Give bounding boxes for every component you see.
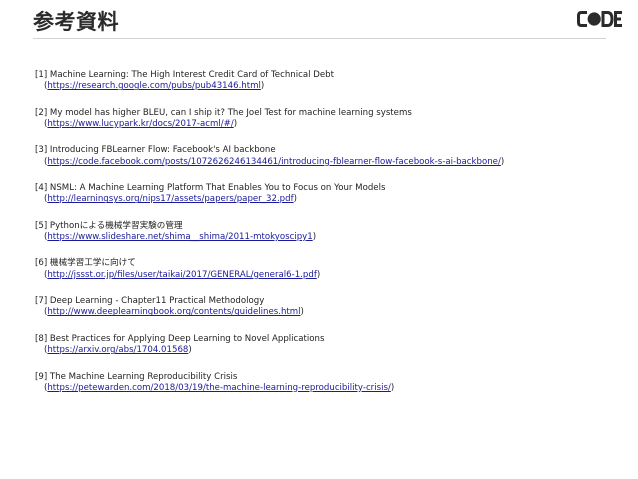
code-logo [577,11,622,27]
reference-title: [4] NSML: A Machine Learning Platform Th… [35,183,386,194]
reference-link[interactable]: https://arxiv.org/abs/1704.01568 [47,345,188,355]
reference-title: [6] 機械学習工学に向けて [35,258,136,269]
reference-title: [1] Machine Learning: The High Interest … [35,70,334,80]
reference-link[interactable]: https://code.facebook.com/posts/10726262… [47,157,501,167]
reference-link[interactable]: http://jssst.or.jp/files/user/taikai/201… [47,270,316,280]
reference-title: [7] Deep Learning - Chapter11 Practical … [35,296,265,307]
reference-item: [3] Introducing FBLearner Flow: Facebook… [35,145,625,183]
reference-url-line: (https://www.slideshare.net/shima__shima… [44,231,317,242]
reference-item: [1] Machine Learning: The High Interest … [35,70,625,108]
reference-url-line: (http://learningsys.org/nips17/assets/pa… [44,194,297,205]
reference-title: [3] Introducing FBLearner Flow: Facebook… [35,145,276,156]
page-title: 参考資料 [33,10,119,34]
reference-item: [2] My model has higher BLEU, can I ship… [35,108,625,146]
reference-link[interactable]: https://petewarden.com/2018/03/19/the-ma… [47,383,390,393]
reference-title: [9] The Machine Learning Reproducibility… [35,371,238,382]
slide-header: 参考資料 [0,0,638,52]
reference-item: [7] Deep Learning - Chapter11 Practical … [35,296,625,334]
reference-url-line: (https://arxiv.org/abs/1704.01568) [44,345,192,356]
reference-link[interactable]: https://www.slideshare.net/shima__shima/… [47,232,312,242]
reference-url-line: (https://www.lucypark.kr/docs/2017-acml/… [44,118,238,129]
reference-item: [6] 機械学習工学に向けて (http://jssst.or.jp/files… [35,258,625,296]
reference-link[interactable]: http://learningsys.org/nips17/assets/pap… [47,194,293,204]
reference-title: [5] Pythonによる機械学習実験の管理 [35,220,183,231]
reference-url-line: (http://jssst.or.jp/files/user/taikai/20… [44,269,321,280]
reference-title: [2] My model has higher BLEU, can I ship… [35,107,412,118]
reference-link[interactable]: https://research.google.com/pubs/pub4314… [47,81,261,91]
header-divider [33,38,606,39]
reference-url-line: (https://code.facebook.com/posts/1072626… [44,156,505,167]
reference-item: [9] The Machine Learning Reproducibility… [35,372,625,410]
reference-item: [5] Pythonによる機械学習実験の管理 (https://www.slid… [35,221,625,259]
reference-url-line: (http://www.deeplearningbook.org/content… [44,307,304,318]
reference-item: [4] NSML: A Machine Learning Platform Th… [35,183,625,221]
reference-list: [1] Machine Learning: The High Interest … [35,70,625,409]
reference-link[interactable]: http://www.deeplearningbook.org/contents… [47,307,300,317]
reference-title: [8] Best Practices for Applying Deep Lea… [35,333,325,344]
reference-item: [8] Best Practices for Applying Deep Lea… [35,334,625,372]
reference-url-line: (https://research.google.com/pubs/pub431… [44,81,265,92]
reference-url-line: (https://petewarden.com/2018/03/19/the-m… [44,382,395,393]
reference-link[interactable]: https://www.lucypark.kr/docs/2017-acml/#… [47,119,233,129]
